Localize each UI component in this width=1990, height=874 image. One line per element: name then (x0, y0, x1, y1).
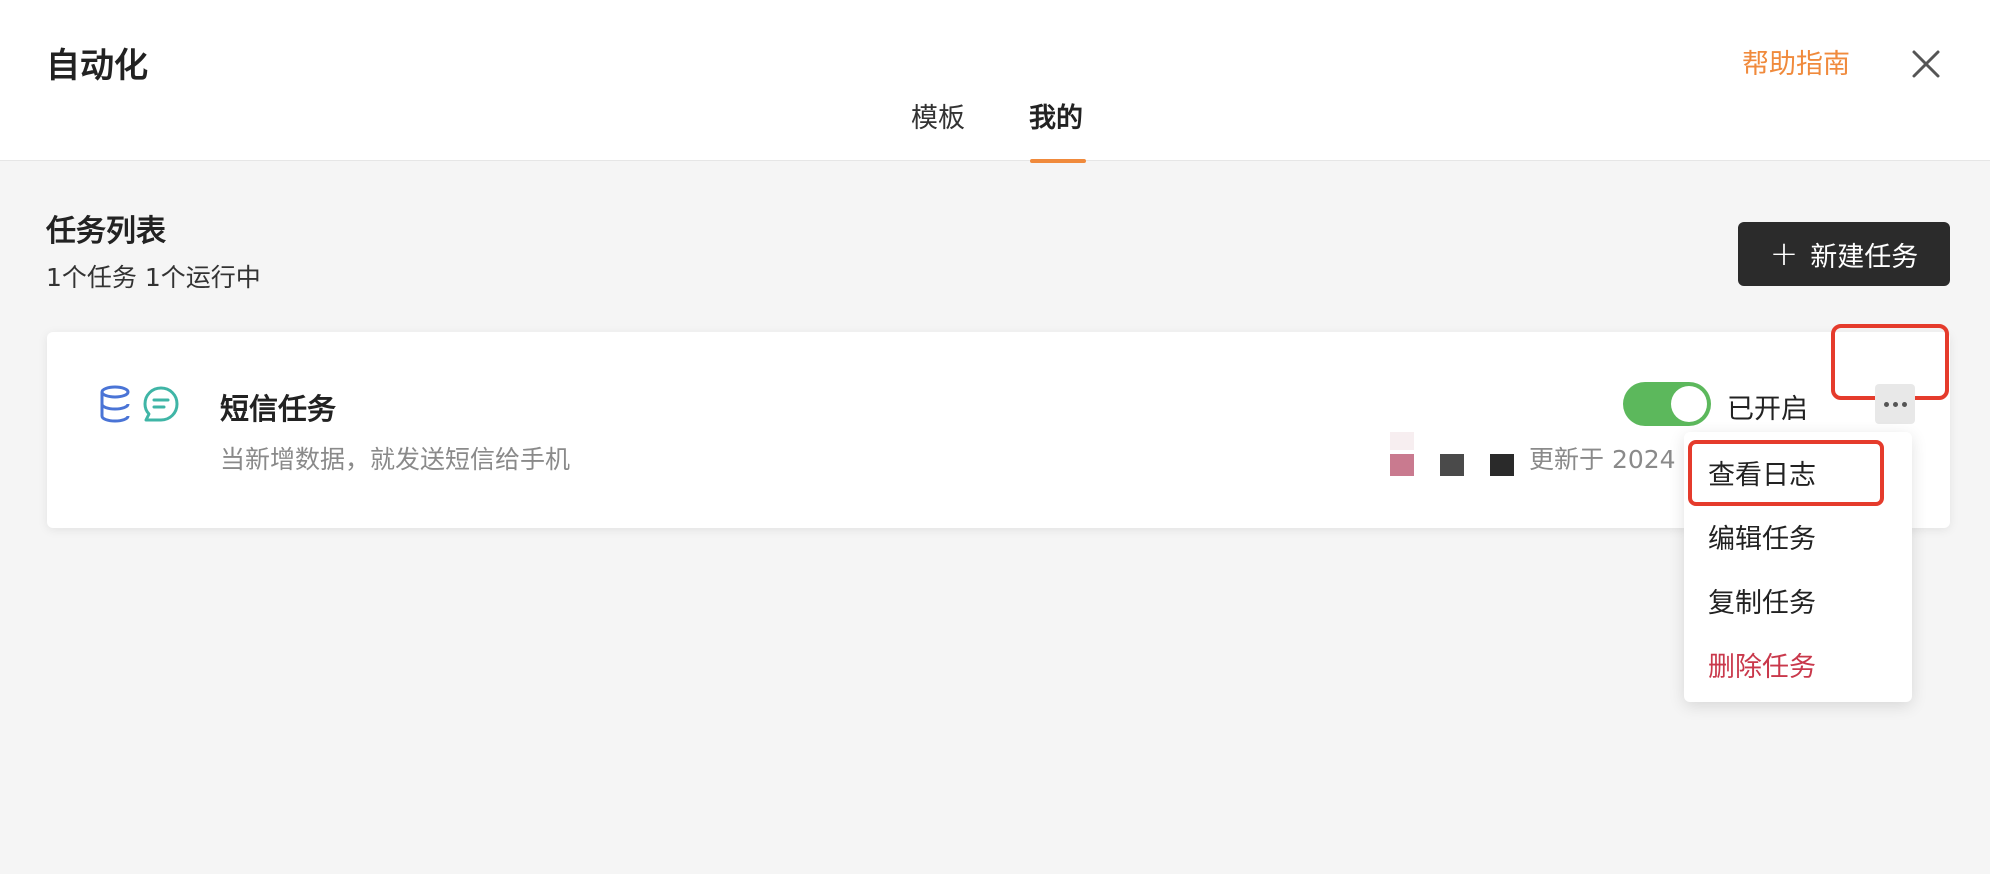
task-description: 当新增数据，就发送短信给手机 (220, 445, 571, 474)
view-log-highlight (1688, 440, 1884, 506)
close-button[interactable] (1906, 44, 1946, 84)
menu-item-copy-task[interactable]: 复制任务 (1684, 572, 1912, 628)
menu-item-delete-task[interactable]: 删除任务 (1684, 636, 1912, 692)
updated-timestamp: 更新于 2024 (1529, 445, 1676, 474)
task-icons (97, 384, 187, 424)
database-icon (100, 385, 130, 423)
plus-icon: + (1769, 234, 1799, 274)
new-task-button[interactable]: + 新建任务 (1738, 222, 1950, 286)
new-task-label: 新建任务 (1810, 241, 1919, 273)
page-title: 自动化 (46, 46, 148, 86)
task-card[interactable]: 短信任务 当新增数据，就发送短信给手机 已开启 更新于 2024 (47, 324, 1950, 528)
toggle-knob (1671, 386, 1707, 422)
tab-mine-label: 我的 (1029, 103, 1083, 134)
task-name: 短信任务 (220, 392, 337, 426)
avatar-pixelated (1390, 432, 1514, 476)
task-list-summary: 1个任务 1个运行中 (46, 263, 261, 292)
active-tab-indicator (1030, 159, 1086, 163)
close-icon (1912, 50, 1940, 78)
help-guide-link[interactable]: 帮助指南 (1742, 42, 1850, 81)
menu-item-edit-task[interactable]: 编辑任务 (1684, 508, 1912, 564)
sms-message-icon (143, 386, 179, 422)
task-list-title: 任务列表 (46, 214, 166, 249)
header: 自动化 帮助指南 模板 我的 (0, 0, 1990, 163)
tab-mine[interactable]: 我的 (1026, 96, 1086, 163)
avatar-group (1390, 432, 1530, 482)
toggle-status-label: 已开启 (1727, 394, 1808, 425)
task-enabled-toggle[interactable] (1623, 382, 1711, 426)
more-dot (1892, 401, 1898, 407)
more-dot (1901, 401, 1907, 407)
tab-bar: 模板 我的 (0, 96, 1990, 163)
more-dot (1883, 401, 1889, 407)
tab-templates[interactable]: 模板 (905, 96, 971, 161)
more-options-button[interactable] (1875, 384, 1915, 424)
